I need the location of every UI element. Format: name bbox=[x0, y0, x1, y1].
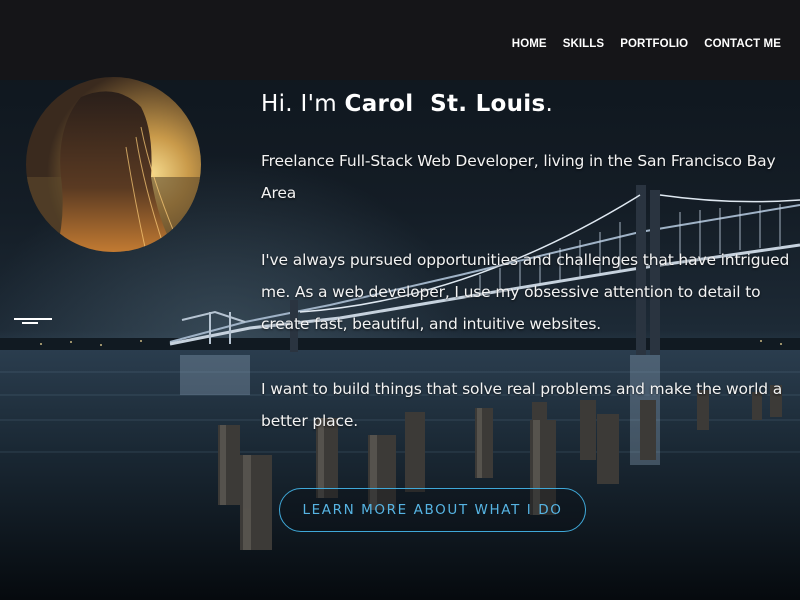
nav-item-contact-me[interactable]: CONTACT ME bbox=[704, 38, 781, 50]
top-navbar: HOME SKILLS PORTFOLIO CONTACT ME bbox=[0, 0, 800, 80]
nav-menu: HOME SKILLS PORTFOLIO CONTACT ME bbox=[512, 34, 781, 52]
nav-item-portfolio[interactable]: PORTFOLIO bbox=[620, 38, 688, 50]
page-title: Hi. I'm Carol St. Louis. bbox=[261, 87, 791, 121]
avatar bbox=[26, 77, 201, 252]
about-paragraph-2: I want to build things that solve real p… bbox=[261, 380, 783, 430]
tagline: Freelance Full-Stack Web Developer, livi… bbox=[261, 152, 776, 202]
intro-section: Hi. I'm Carol St. Louis. Freelance Full-… bbox=[261, 87, 791, 437]
profile-photo-icon bbox=[26, 77, 201, 252]
about-paragraph-1: I've always pursued opportunities and ch… bbox=[261, 251, 790, 333]
learn-more-button[interactable]: LEARN MORE ABOUT WHAT I DO bbox=[279, 488, 586, 532]
nav-item-skills[interactable]: SKILLS bbox=[563, 38, 605, 50]
greeting-text: Hi. I'm bbox=[261, 91, 345, 117]
name-suffix: . bbox=[545, 91, 554, 117]
name-text: Carol St. Louis bbox=[344, 91, 546, 117]
nav-item-home[interactable]: HOME bbox=[512, 38, 547, 50]
